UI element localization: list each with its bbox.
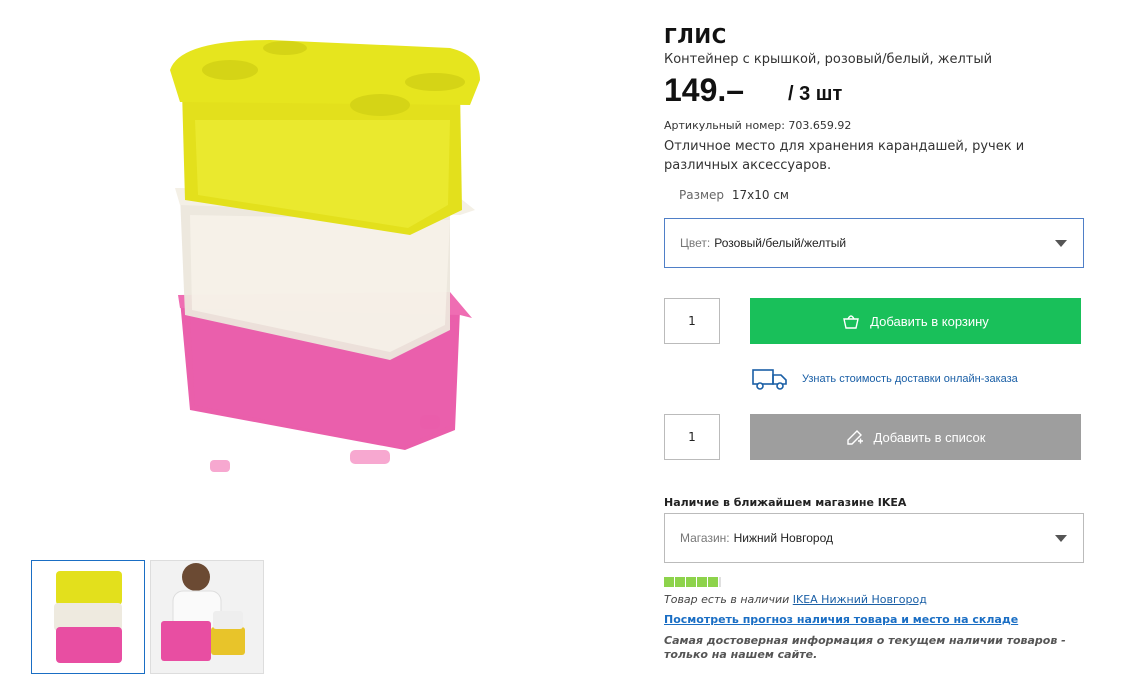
- add-to-cart-button[interactable]: Добавить в корзину: [750, 298, 1081, 344]
- list-quantity-input[interactable]: 1: [664, 414, 720, 460]
- product-subtitle: Контейнер с крышкой, розовый/белый, желт…: [664, 52, 993, 67]
- availability-note: Самая достоверная информация о текущем н…: [664, 634, 1066, 661]
- color-select-label: Цвет:: [680, 236, 711, 250]
- basket-icon: [843, 315, 860, 329]
- product-description: Отличное место для хранения карандашей, …: [664, 139, 1025, 173]
- store-select[interactable]: Магазин: Нижний Новгород: [664, 513, 1084, 563]
- thumbnail-containers[interactable]: [31, 560, 145, 674]
- stock-segment-empty: [719, 577, 721, 587]
- cart-quantity-input[interactable]: 1: [664, 298, 720, 344]
- article-number: Артикульный номер: 703.659.92: [664, 119, 852, 132]
- delivery-link-text[interactable]: Узнать стоимость доставки онлайн-заказа: [802, 373, 1018, 385]
- add-to-list-button[interactable]: Добавить в список: [750, 414, 1081, 460]
- stock-forecast-link[interactable]: Посмотреть прогноз наличия товара и мест…: [664, 613, 1018, 626]
- product-price: 149.–: [664, 72, 745, 108]
- add-to-cart-label: Добавить в корзину: [870, 313, 989, 329]
- stock-level-indicator: [664, 577, 721, 587]
- store-select-value: Нижний Новгород: [733, 531, 833, 545]
- stock-segment: [697, 577, 707, 587]
- color-select-value: Розовый/белый/желтый: [714, 236, 847, 250]
- edit-list-icon: [846, 430, 863, 445]
- store-link[interactable]: IKEA Нижний Новгород: [793, 593, 927, 606]
- product-size: Размер 17x10 см: [679, 188, 789, 202]
- stock-segment: [708, 577, 718, 587]
- truck-icon: [752, 369, 787, 390]
- size-label: Размер: [679, 188, 725, 202]
- add-to-list-label: Добавить в список: [873, 429, 986, 445]
- thumbnail-child-photo[interactable]: [150, 560, 264, 674]
- price-unit: / 3 шт: [788, 83, 843, 105]
- size-value: 17x10 см: [731, 188, 789, 202]
- chevron-down-icon: [1055, 535, 1067, 542]
- chevron-down-icon: [1055, 240, 1067, 247]
- stock-segment: [664, 577, 674, 587]
- color-select[interactable]: Цвет: Розовый/белый/желтый: [664, 218, 1084, 268]
- availability-title: Наличие в ближайшем магазине IKEA: [664, 496, 907, 509]
- in-stock-status: Товар есть в наличии IKEA Нижний Новгоро…: [664, 593, 927, 606]
- stock-segment: [686, 577, 696, 587]
- in-stock-text: Товар есть в наличии: [664, 593, 790, 606]
- delivery-cost-link[interactable]: Узнать стоимость доставки онлайн-заказа: [752, 368, 1018, 390]
- stock-segment: [675, 577, 685, 587]
- store-select-label: Магазин:: [680, 531, 730, 545]
- product-main-image[interactable]: [150, 30, 500, 480]
- product-title: ГЛИС: [664, 24, 727, 48]
